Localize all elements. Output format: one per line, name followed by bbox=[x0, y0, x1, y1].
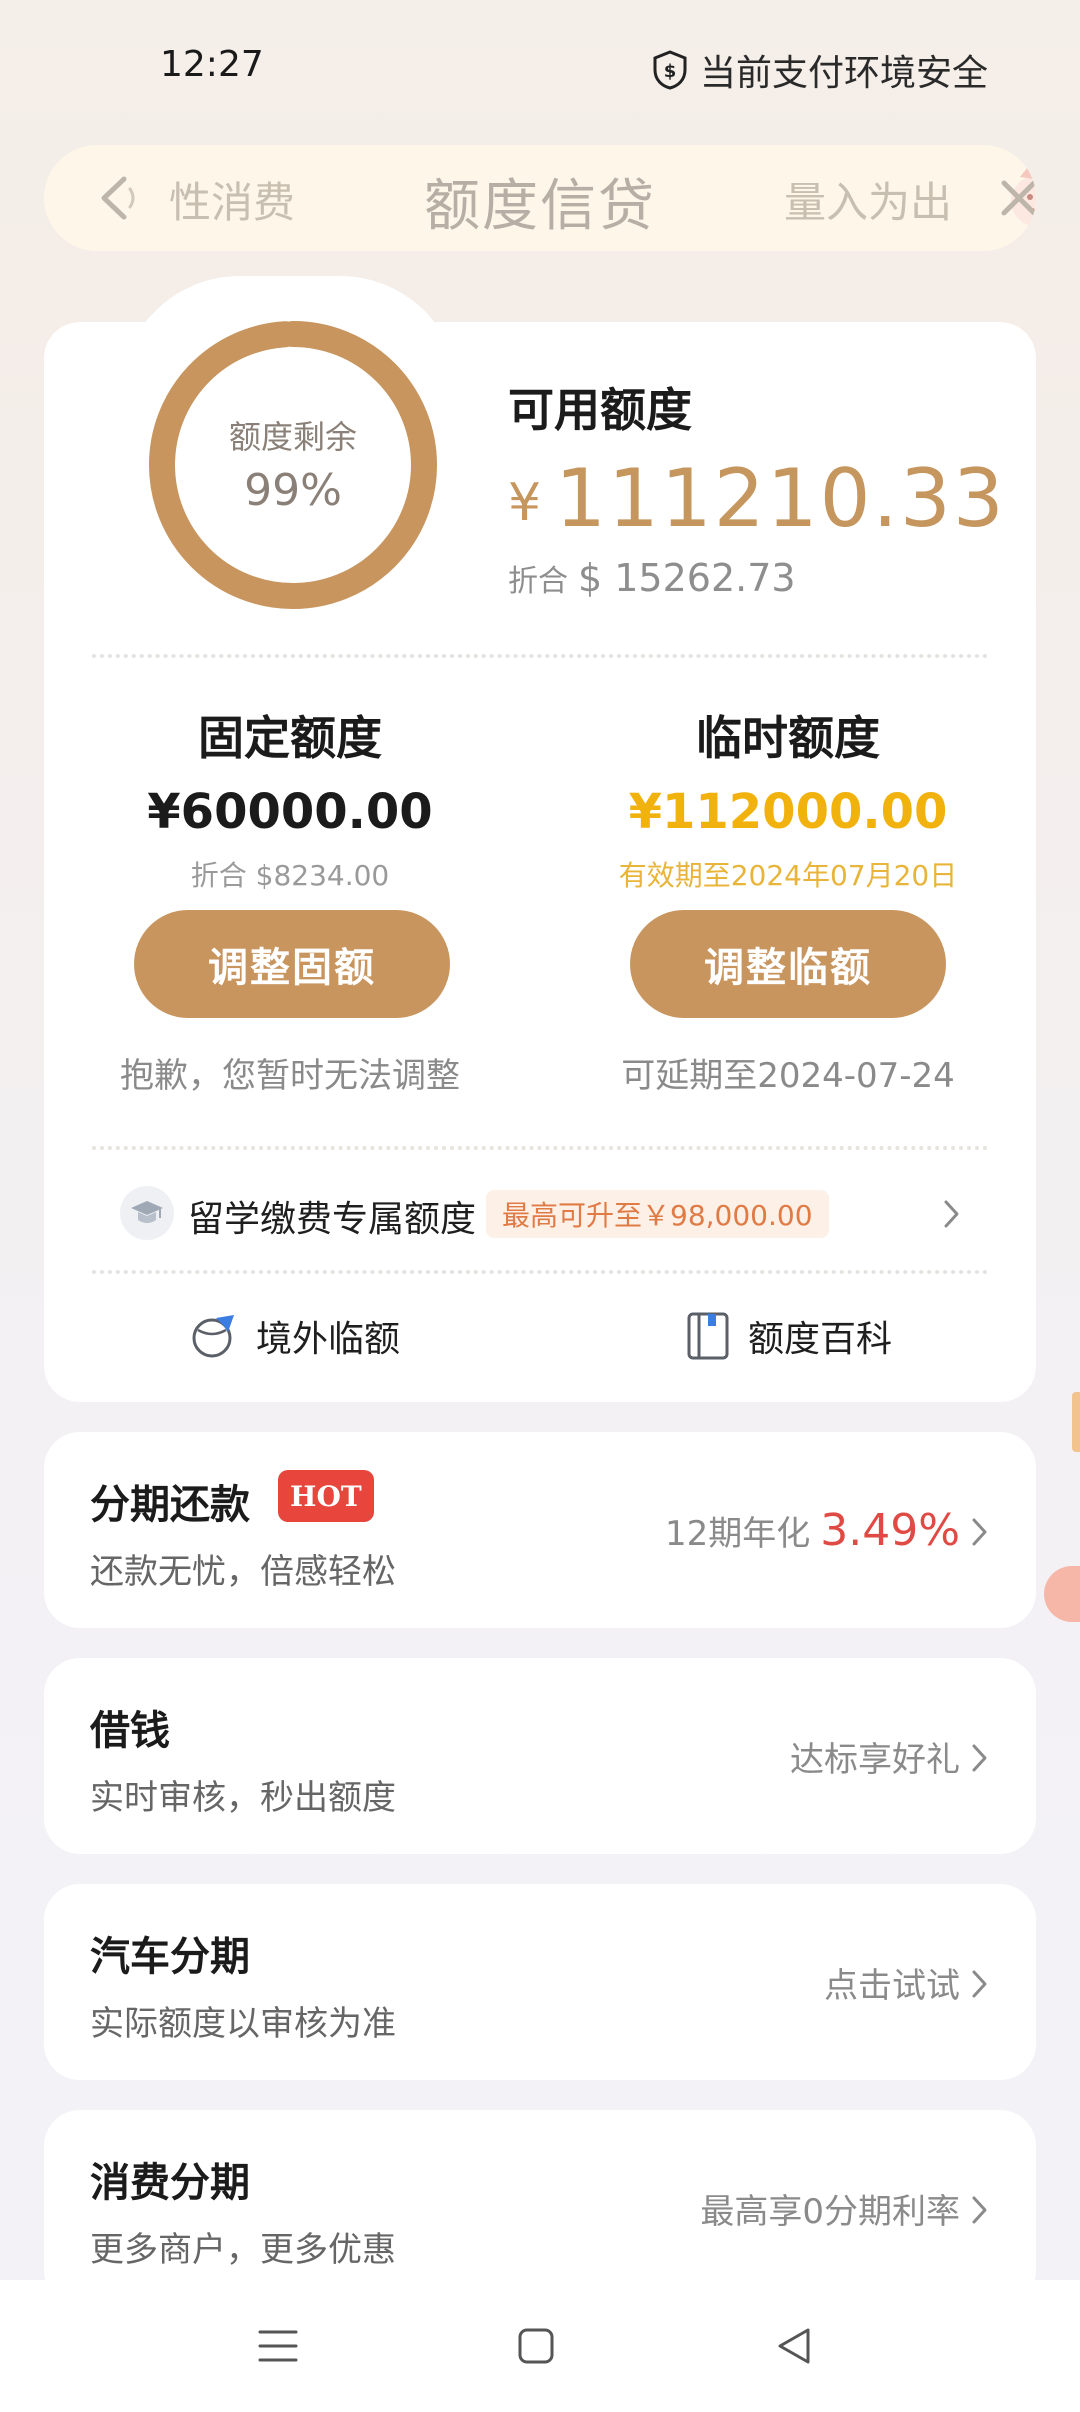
temporary-quota-amount: ¥112000.00 bbox=[628, 784, 948, 840]
available-label: 可用额度 bbox=[508, 383, 692, 437]
available-amount-value: 111210.33 bbox=[555, 452, 1006, 545]
book-icon bbox=[687, 1312, 729, 1360]
temporary-quota-expiry: 有效期至2024年07月20日 bbox=[618, 859, 958, 892]
fixed-quota-amount: ¥60000.00 bbox=[147, 784, 433, 840]
feature-right-info: 最高享0分期利率 bbox=[700, 2110, 960, 2306]
globe-plane-icon bbox=[192, 1315, 234, 1358]
back-triangle-icon[interactable] bbox=[766, 2318, 822, 2374]
adjust-temporary-button[interactable]: 调整临额 bbox=[630, 910, 946, 1018]
available-currency: ¥ bbox=[508, 473, 542, 533]
study-abroad-row[interactable]: 留学缴费专属额度 最高可升至￥98,000.00 bbox=[120, 1186, 980, 1246]
feature-title: 消费分期 bbox=[90, 2160, 250, 2206]
car-installment-card[interactable]: 汽车分期 实际额度以审核为准 点击试试 bbox=[44, 1884, 1036, 2080]
available-converted: 折合 $ 15262.73 bbox=[508, 556, 796, 600]
study-abroad-tag: 最高可升至￥98,000.00 bbox=[486, 1190, 829, 1238]
feature-title: 分期还款 bbox=[90, 1482, 250, 1528]
chevron-right-icon bbox=[944, 1200, 959, 1228]
marquee-text-right: 量入为出 bbox=[784, 178, 953, 227]
svg-text:$: $ bbox=[664, 61, 677, 82]
feature-right-text: 12期年化 bbox=[664, 1513, 811, 1554]
fixed-quota: 固定额度 ¥60000.00 折合 $8234.00 bbox=[60, 702, 520, 894]
feature-subtitle: 还款无忧，倍感轻松 bbox=[90, 1552, 396, 1592]
divider bbox=[92, 654, 988, 658]
chevron-right-icon bbox=[972, 1744, 987, 1772]
fixed-quota-converted: 折合 $8234.00 bbox=[190, 859, 390, 892]
menu-icon[interactable] bbox=[250, 2318, 306, 2374]
close-icon[interactable] bbox=[996, 175, 1036, 221]
study-abroad-label: 留学缴费专属额度 bbox=[188, 1199, 477, 1240]
consumer-installment-card[interactable]: 消费分期 更多商户，更多优惠 最高享0分期利率 bbox=[44, 2110, 1036, 2306]
graduation-cap-icon bbox=[120, 1186, 174, 1240]
security-status: $ 当前支付环境安全 bbox=[652, 44, 988, 96]
ring-percent: 99% bbox=[244, 465, 342, 516]
back-arrow-icon[interactable] bbox=[90, 171, 144, 225]
security-text: 当前支付环境安全 bbox=[699, 53, 988, 94]
hot-badge: HOT bbox=[278, 1470, 374, 1522]
converted-amount: $ 15262.73 bbox=[578, 556, 796, 600]
floating-widget-edge[interactable] bbox=[1072, 1392, 1080, 1452]
quota-encyclopedia-label: 额度百科 bbox=[748, 1319, 893, 1360]
feature-title: 汽车分期 bbox=[90, 1934, 250, 1980]
temporary-quota-title: 临时额度 bbox=[696, 711, 880, 765]
feature-title: 借钱 bbox=[90, 1708, 170, 1754]
chevron-right-icon bbox=[972, 1970, 987, 1998]
overseas-temp-quota-link[interactable]: 境外临额 bbox=[190, 1308, 400, 1364]
ring-label: 额度剩余 bbox=[228, 418, 357, 456]
fixed-quota-title: 固定额度 bbox=[198, 711, 382, 765]
chevron-right-icon bbox=[972, 1518, 987, 1546]
temporary-quota-note: 可延期至2024-07-24 bbox=[621, 1056, 955, 1096]
floating-widget-edge[interactable] bbox=[1044, 1566, 1080, 1622]
feature-right-info: 达标享好礼 bbox=[790, 1658, 960, 1854]
chevron-right-icon bbox=[972, 2196, 987, 2224]
available-amount: ¥111210.33 bbox=[508, 452, 1006, 545]
installment-repayment-card[interactable]: 分期还款 HOT 还款无忧，倍感轻松 12期年化 3.49% bbox=[44, 1432, 1036, 1628]
divider bbox=[92, 1270, 988, 1274]
system-nav-bar bbox=[0, 2280, 1080, 2412]
header-bar: 性消费 额度信贷 量入为出 bbox=[44, 145, 1036, 251]
feature-subtitle: 实时审核，秒出额度 bbox=[90, 1778, 396, 1818]
divider bbox=[92, 1146, 988, 1150]
fixed-quota-note: 抱歉，您暂时无法调整 bbox=[120, 1056, 460, 1096]
borrow-money-card[interactable]: 借钱 实时审核，秒出额度 达标享好礼 bbox=[44, 1658, 1036, 1854]
quota-encyclopedia-link[interactable]: 额度百科 bbox=[686, 1308, 892, 1364]
feature-right-text: 达标享好礼 bbox=[790, 1739, 960, 1780]
feature-right-info: 12期年化 3.49% bbox=[665, 1432, 960, 1628]
overseas-temp-quota-label: 境外临额 bbox=[256, 1319, 401, 1360]
feature-subtitle: 实际额度以审核为准 bbox=[90, 2004, 396, 2044]
adjust-fixed-button[interactable]: 调整固额 bbox=[134, 910, 450, 1018]
quota-ring: 额度剩余 99% bbox=[148, 320, 438, 610]
feature-right-text: 点击试试 bbox=[824, 1965, 960, 2006]
feature-right-text: 最高享0分期利率 bbox=[700, 2191, 960, 2232]
temporary-quota: 临时额度 ¥112000.00 有效期至2024年07月20日 bbox=[558, 702, 1018, 894]
annual-rate: 3.49% bbox=[820, 1504, 960, 1556]
feature-subtitle: 更多商户，更多优惠 bbox=[90, 2230, 396, 2270]
shield-dollar-icon: $ bbox=[653, 50, 687, 90]
converted-label: 折合 bbox=[508, 564, 568, 599]
status-time: 12:27 bbox=[160, 44, 264, 85]
feature-right-info: 点击试试 bbox=[824, 1884, 960, 2080]
home-square-icon[interactable] bbox=[508, 2318, 564, 2374]
status-bar: 12:27 $ 当前支付环境安全 bbox=[0, 0, 1080, 135]
page: 12:27 $ 当前支付环境安全 性消费 额度信贷 量入为出 额度剩余 99% … bbox=[0, 0, 1080, 2412]
